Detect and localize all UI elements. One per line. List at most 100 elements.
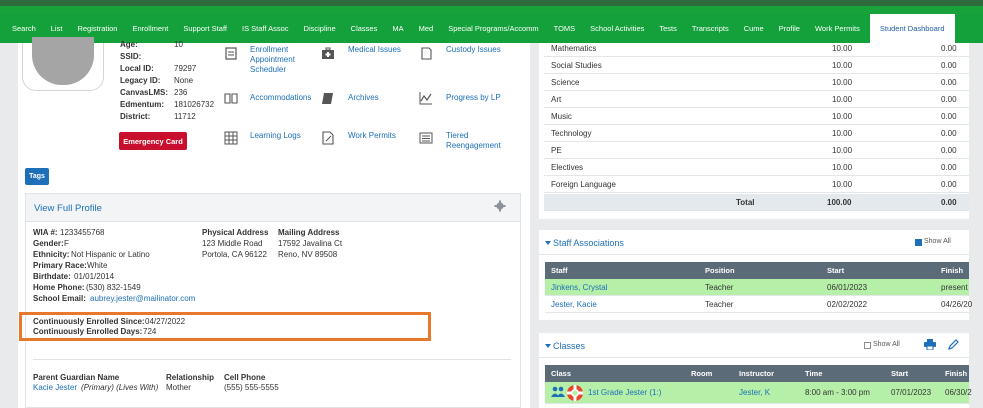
tab-ma[interactable]: MA (392, 14, 403, 43)
classes-header[interactable]: Classes Show All (539, 333, 969, 358)
subject-credits: 10.00 (832, 180, 853, 189)
reengagement-link[interactable]: Reengagement (446, 141, 501, 150)
tab-is-staff-assoc[interactable]: IS Staff Assoc (242, 14, 289, 43)
show-all-checkbox[interactable] (915, 239, 922, 246)
school-email-link[interactable]: aubrey.jester@mailinator.com (90, 294, 195, 303)
cell-phone-header: Cell Phone (224, 373, 266, 382)
class-instructor-link[interactable]: Jester, K (739, 388, 770, 397)
finish-col-header[interactable]: Finish (945, 369, 967, 378)
subject-earned: 0.00 (941, 61, 957, 70)
grade-row: Foreign Language 10.00 0.00 (544, 176, 969, 193)
tab-special-programs[interactable]: Special Programs/Accomm (448, 14, 538, 43)
relationship-header: Relationship (166, 373, 215, 382)
position-col-header[interactable]: Position (705, 266, 735, 275)
instructor-col-header[interactable]: Instructor (739, 369, 774, 378)
archive-book-icon[interactable] (321, 91, 335, 105)
tab-toms[interactable]: TOMS (554, 14, 576, 43)
nav-tail (973, 14, 983, 43)
guardian-header: Parent Guardian Name (33, 373, 120, 382)
emergency-card-button[interactable]: Emergency Card (119, 132, 187, 150)
subject-credits: 10.00 (832, 95, 853, 104)
local-id-value: 79297 (174, 64, 197, 73)
table-row[interactable]: 1st Grade Jester (1:) Jester, K 8:00 am … (545, 382, 972, 404)
collapse-caret-icon[interactable] (545, 241, 551, 245)
subject-earned: 0.00 (941, 95, 957, 104)
tab-profile[interactable]: Profile (779, 14, 800, 43)
top-strip (0, 0, 983, 14)
grade-total-row: Total 100.00 0.00 (544, 194, 969, 211)
guardian-name-link[interactable]: Kacie Jester (33, 383, 77, 392)
staff-name-link[interactable]: Jinkens, Crystal (551, 283, 607, 292)
guardian-relationship: Mother (166, 383, 191, 392)
tab-student-dashboard[interactable]: Student Dashboard (869, 14, 955, 43)
archives-link[interactable]: Archives (348, 93, 379, 102)
tab-support-staff[interactable]: Support Staff (183, 14, 227, 43)
subject-credits: 10.00 (832, 146, 853, 155)
subject-name: Music (551, 112, 572, 121)
main-nav: Search List Registration Enrollment Supp… (0, 14, 983, 43)
legacy-id-label: Legacy ID: (120, 76, 161, 85)
medical-issues-link[interactable]: Medical Issues (348, 45, 401, 54)
list-card-icon[interactable] (419, 131, 433, 145)
subject-credits: 10.00 (832, 163, 853, 172)
physical-address-line2: Portola, CA 96122 (202, 250, 267, 259)
view-full-profile-link[interactable]: View Full Profile (34, 203, 102, 214)
tab-school-activities[interactable]: School Activities (590, 14, 644, 43)
staff-associations-header[interactable]: Staff Associations Show All (539, 230, 969, 255)
total-label: Total (736, 198, 755, 207)
book-icon[interactable] (224, 91, 238, 105)
tab-classes[interactable]: Classes (351, 14, 378, 43)
medical-kit-icon[interactable] (321, 46, 335, 60)
group-icon (551, 386, 565, 397)
subject-credits: 10.00 (832, 112, 853, 121)
tab-med[interactable]: Med (419, 14, 434, 43)
subject-name: Foreign Language (551, 180, 616, 189)
classes-title: Classes (553, 341, 586, 351)
show-all-checkbox[interactable] (864, 342, 871, 349)
document-edit-icon[interactable] (419, 46, 433, 60)
print-icon[interactable] (924, 339, 936, 350)
pencil-document-icon[interactable] (321, 131, 335, 145)
staff-col-header[interactable]: Staff (551, 266, 568, 275)
calendar-icon[interactable] (224, 46, 238, 60)
top-accent (0, 6, 983, 14)
class-time: 8:00 am - 3:00 pm (805, 388, 870, 397)
grade-row: Social Studies 10.00 0.00 (544, 57, 969, 74)
custody-issues-link[interactable]: Custody Issues (446, 45, 501, 54)
tags-button[interactable]: Tags (25, 168, 49, 185)
tab-work-permits[interactable]: Work Permits (815, 14, 860, 43)
tab-tests[interactable]: Tests (659, 14, 677, 43)
start-col-header[interactable]: Start (827, 266, 844, 275)
staff-name-link[interactable]: Jester, Kacie (551, 300, 597, 309)
start-col-header[interactable]: Start (891, 369, 908, 378)
room-col-header[interactable]: Room (691, 369, 712, 378)
table-row[interactable]: Jinkens, Crystal Teacher 06/01/2023 pres… (545, 279, 969, 296)
line-chart-icon[interactable] (419, 91, 433, 105)
time-col-header[interactable]: Time (805, 369, 822, 378)
tab-cume[interactable]: Cume (744, 14, 764, 43)
tab-discipline[interactable]: Discipline (304, 14, 336, 43)
collapse-caret-icon[interactable] (545, 344, 551, 348)
finish-col-header[interactable]: Finish (941, 266, 963, 275)
appointment-link[interactable]: Appointment (250, 55, 295, 64)
birthdate-value: 01/01/2014 (74, 272, 115, 281)
work-permits-link[interactable]: Work Permits (348, 131, 396, 140)
class-name-link[interactable]: 1st Grade Jester (1:) (588, 388, 661, 397)
scheduler-link[interactable]: Scheduler (250, 65, 286, 74)
class-col-header[interactable]: Class (551, 369, 571, 378)
table-row[interactable]: Jester, Kacie Teacher 02/02/2022 04/26/2… (545, 296, 972, 313)
gear-icon[interactable] (494, 200, 506, 212)
learning-logs-link[interactable]: Learning Logs (250, 131, 301, 140)
tab-transcripts[interactable]: Transcripts (692, 14, 729, 43)
tiered-link[interactable]: Tiered (446, 131, 468, 140)
gender-value: F (64, 239, 69, 248)
accommodations-link[interactable]: Accommodations (250, 93, 311, 102)
edit-pencil-icon[interactable] (948, 339, 959, 350)
enrollment-link[interactable]: Enrollment (250, 45, 288, 54)
tab-enrollment[interactable]: Enrollment (132, 14, 168, 43)
subject-name: PE (551, 146, 562, 155)
progress-by-lp-link[interactable]: Progress by LP (446, 93, 501, 102)
grid-icon[interactable] (224, 131, 238, 145)
subject-name: Mathematics (551, 44, 597, 53)
age-value: 10 (174, 40, 183, 49)
